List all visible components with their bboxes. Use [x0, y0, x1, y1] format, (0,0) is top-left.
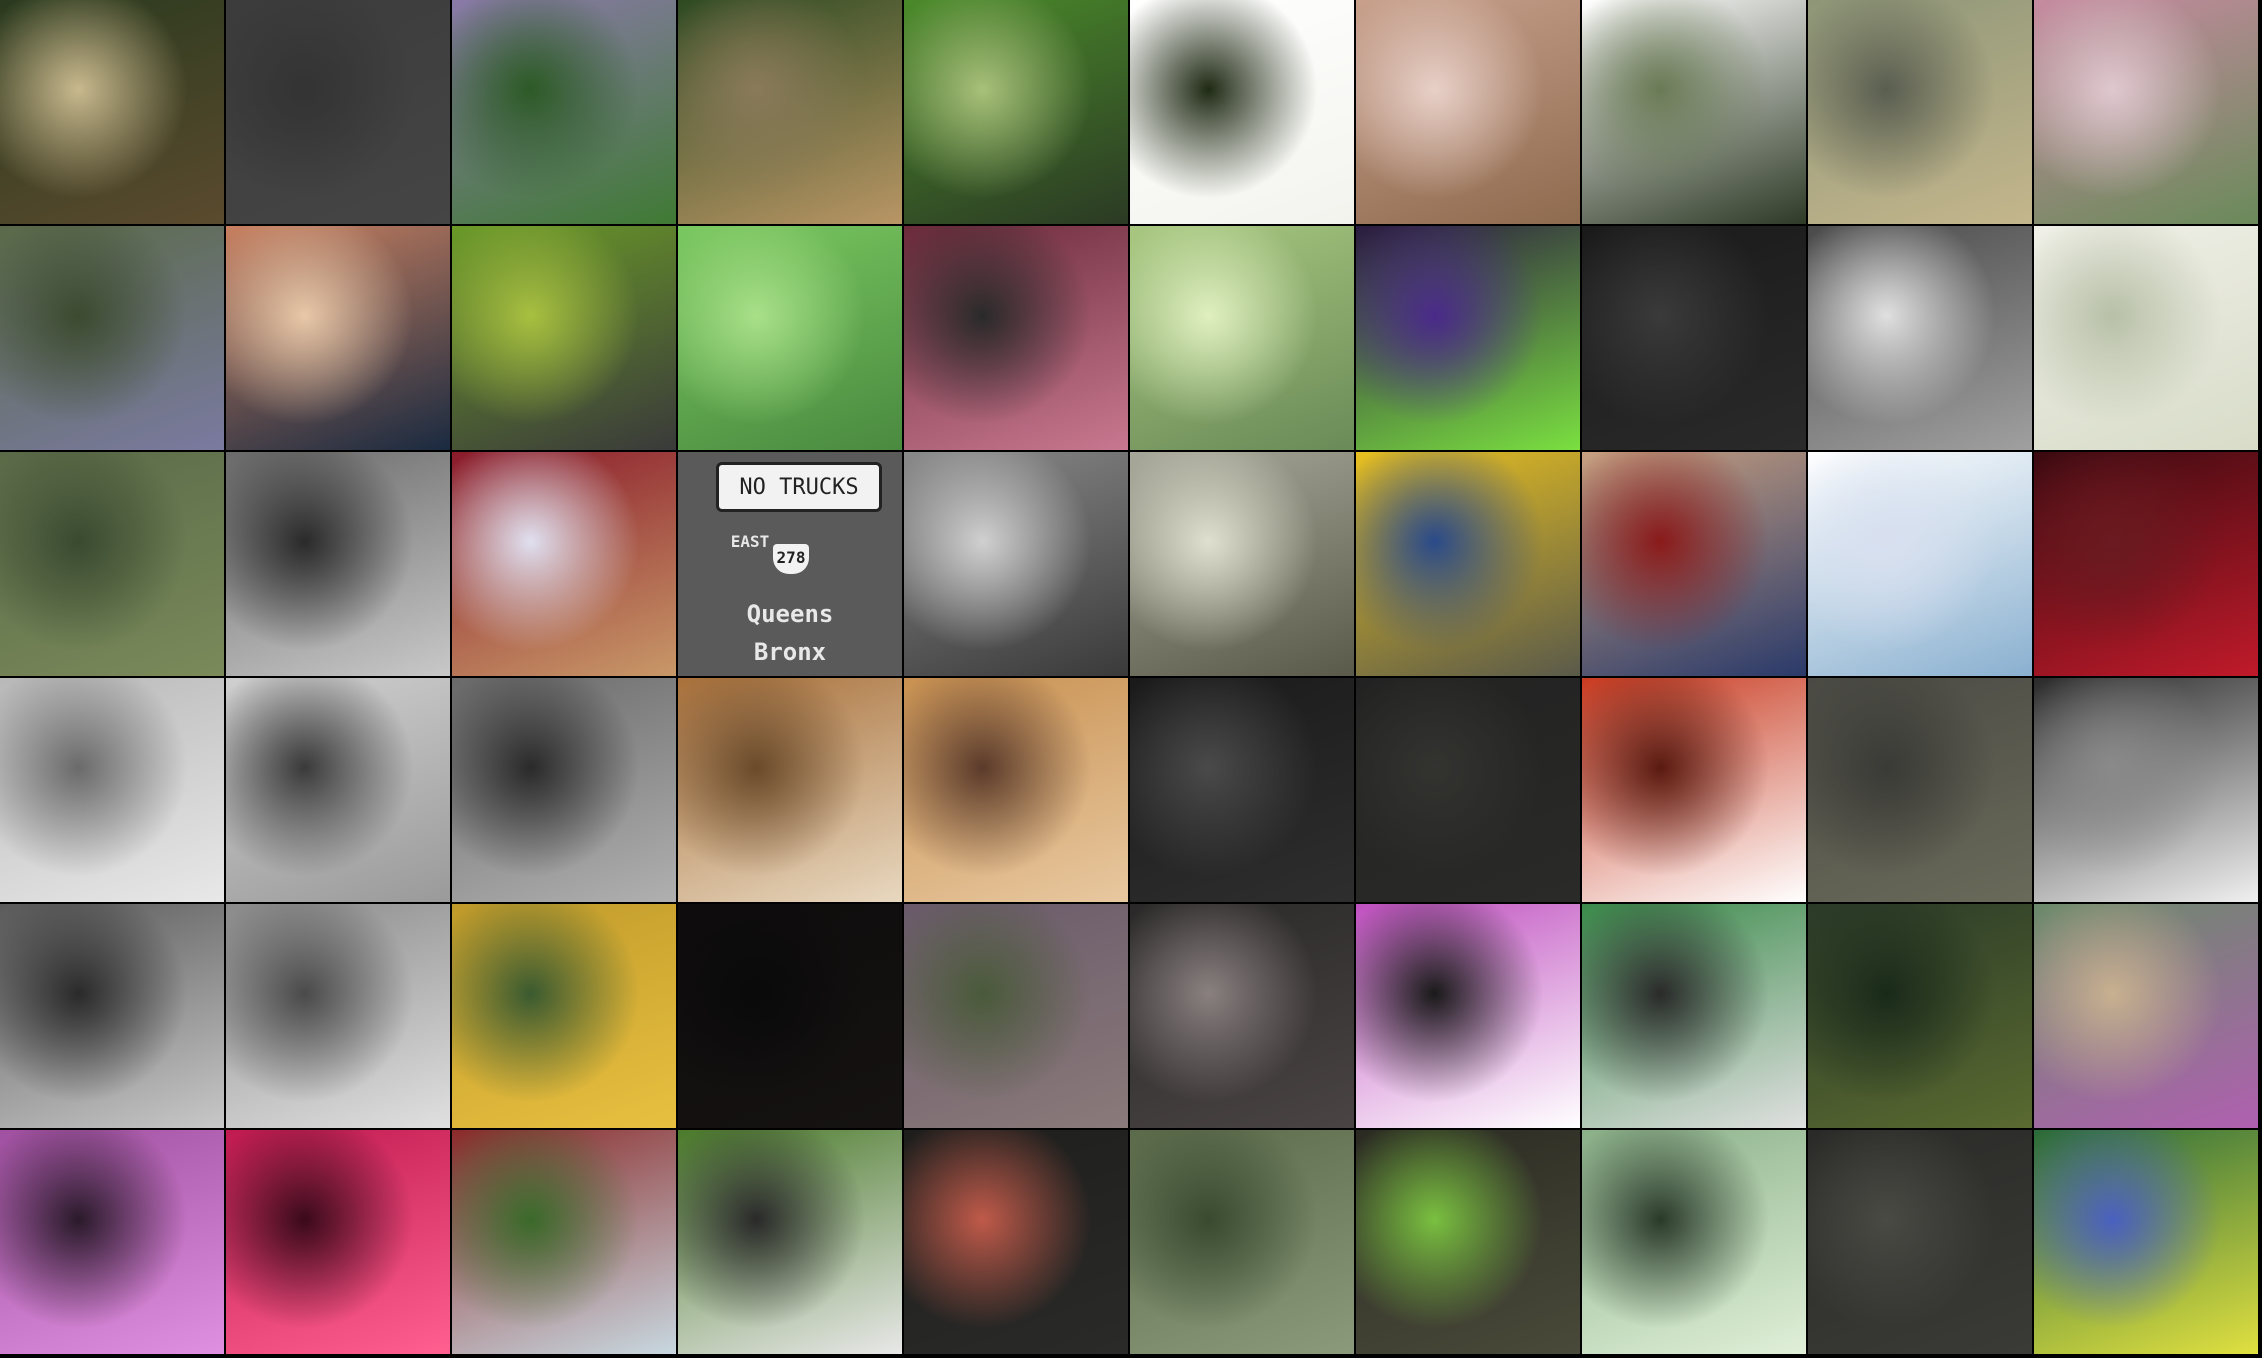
route-shield: 278 — [773, 544, 809, 574]
image-grid: NO TRUCKS EAST 278 Queens Bronx — [0, 0, 2262, 1358]
thumbnail-gray-cat-face — [1808, 226, 2032, 450]
thumbnail-woman-taking-photo — [1582, 904, 1806, 1128]
thumbnail-giraffe-eating-tree — [0, 0, 224, 224]
thumbnail-pink-dog-dark — [0, 1130, 224, 1354]
thumbnail-bw-banana-vendor — [226, 452, 450, 676]
thumbnail-giraffe-family — [678, 0, 902, 224]
thumbnail-no-trucks-road-sign: NO TRUCKS EAST 278 Queens Bronx — [678, 452, 902, 676]
thumbnail-woman-in-boat-purple — [2034, 904, 2258, 1128]
thumbnail-yellow-party-room — [452, 904, 676, 1128]
thumbnail-gray-woman-smiling — [226, 904, 450, 1128]
thumbnail-kitchen-under-renovation — [904, 678, 1128, 902]
thumbnail-colorful-cats-green — [2034, 1130, 2258, 1354]
thumbnail-toddler-eating-banana — [1582, 452, 1806, 676]
thumbnail-psychedelic-llama — [1356, 226, 1580, 450]
sign-direction: EAST — [730, 532, 770, 551]
thumbnail-person-with-green-toy — [1130, 226, 1354, 450]
thumbnail-man-with-cartoon-avatar — [452, 226, 676, 450]
thumbnail-faint-dog-bed — [1808, 1130, 2032, 1354]
thumbnail-red-fluffy-dog — [226, 1130, 450, 1354]
thumbnail-bright-sky-tree-silhouette — [1130, 0, 1354, 224]
thumbnail-giraffe-by-fence — [1808, 0, 2032, 224]
no-trucks-sign: NO TRUCKS — [716, 462, 882, 512]
thumbnail-dark-gray-texture — [226, 0, 450, 224]
thumbnail-pink-green-window — [2034, 0, 2258, 224]
thumbnail-wedding-ceremony — [1356, 904, 1580, 1128]
thumbnail-bw-sleeping-person — [904, 452, 1128, 676]
thumbnail-woman-with-bear-cub — [226, 226, 450, 450]
thumbnail-boy-dark-green-room — [1808, 904, 2032, 1128]
thumbnail-red-banana-bowl — [2034, 452, 2258, 676]
thumbnail-dark-dog-toy — [1356, 1130, 1580, 1354]
thumbnail-produce-market — [0, 452, 224, 676]
thumbnail-bakery-display-case — [1130, 452, 1354, 676]
thumbnail-dark-kitchen-night — [1130, 678, 1354, 902]
thumbnail-dark-dog-legs — [904, 1130, 1128, 1354]
thumbnail-two-dogs-playing-green — [1130, 1130, 1354, 1354]
thumbnail-hanging-bananas — [1356, 452, 1580, 676]
thumbnail-bw-kitchen — [452, 678, 676, 902]
thumbnail-dark-porch — [1582, 226, 1806, 450]
thumbnail-giraffe-close-up-green — [904, 0, 1128, 224]
thumbnail-gray-kitchen-stove — [226, 678, 450, 902]
thumbnail-kitchen-table-fruit-bowl — [678, 678, 902, 902]
thumbnail-dog-in-car-window — [452, 1130, 676, 1354]
thumbnail-overexposed-field — [1582, 0, 1806, 224]
thumbnail-puppy-on-green-blanket — [1582, 1130, 1806, 1354]
sign-line-bronx: Bronx — [753, 638, 827, 666]
sign-line-queens: Queens — [746, 600, 834, 628]
thumbnail-red-kitchen-cabinets — [1582, 678, 1806, 902]
thumbnail-mural-street-art — [904, 904, 1128, 1128]
thumbnail-surprised-face — [904, 226, 1128, 450]
thumbnail-teddy-bear-picnic — [452, 452, 676, 676]
thumbnail-dog-on-lawn — [678, 1130, 902, 1354]
thumbnail-white-teddy-bear — [2034, 226, 2258, 450]
thumbnail-white-kitchen-cabinets — [0, 678, 224, 902]
thumbnail-very-dark-room — [1356, 678, 1580, 902]
thumbnail-white-ski-slope — [1808, 452, 2032, 676]
thumbnail-kitchen-island-counter — [2034, 678, 2258, 902]
thumbnail-faded-kitchen — [1808, 678, 2032, 902]
thumbnail-ten-speed-bicycle-book — [1130, 904, 1354, 1128]
thumbnail-pink-giraffes-herd — [1356, 0, 1580, 224]
thumbnail-black-dark-frame — [678, 904, 902, 1128]
thumbnail-face-profile-green — [0, 226, 224, 450]
thumbnail-bw-class-photo — [0, 904, 224, 1128]
thumbnail-green-tinted-face — [678, 226, 902, 450]
thumbnail-savanna-with-giraffe-and-zebra — [452, 0, 676, 224]
